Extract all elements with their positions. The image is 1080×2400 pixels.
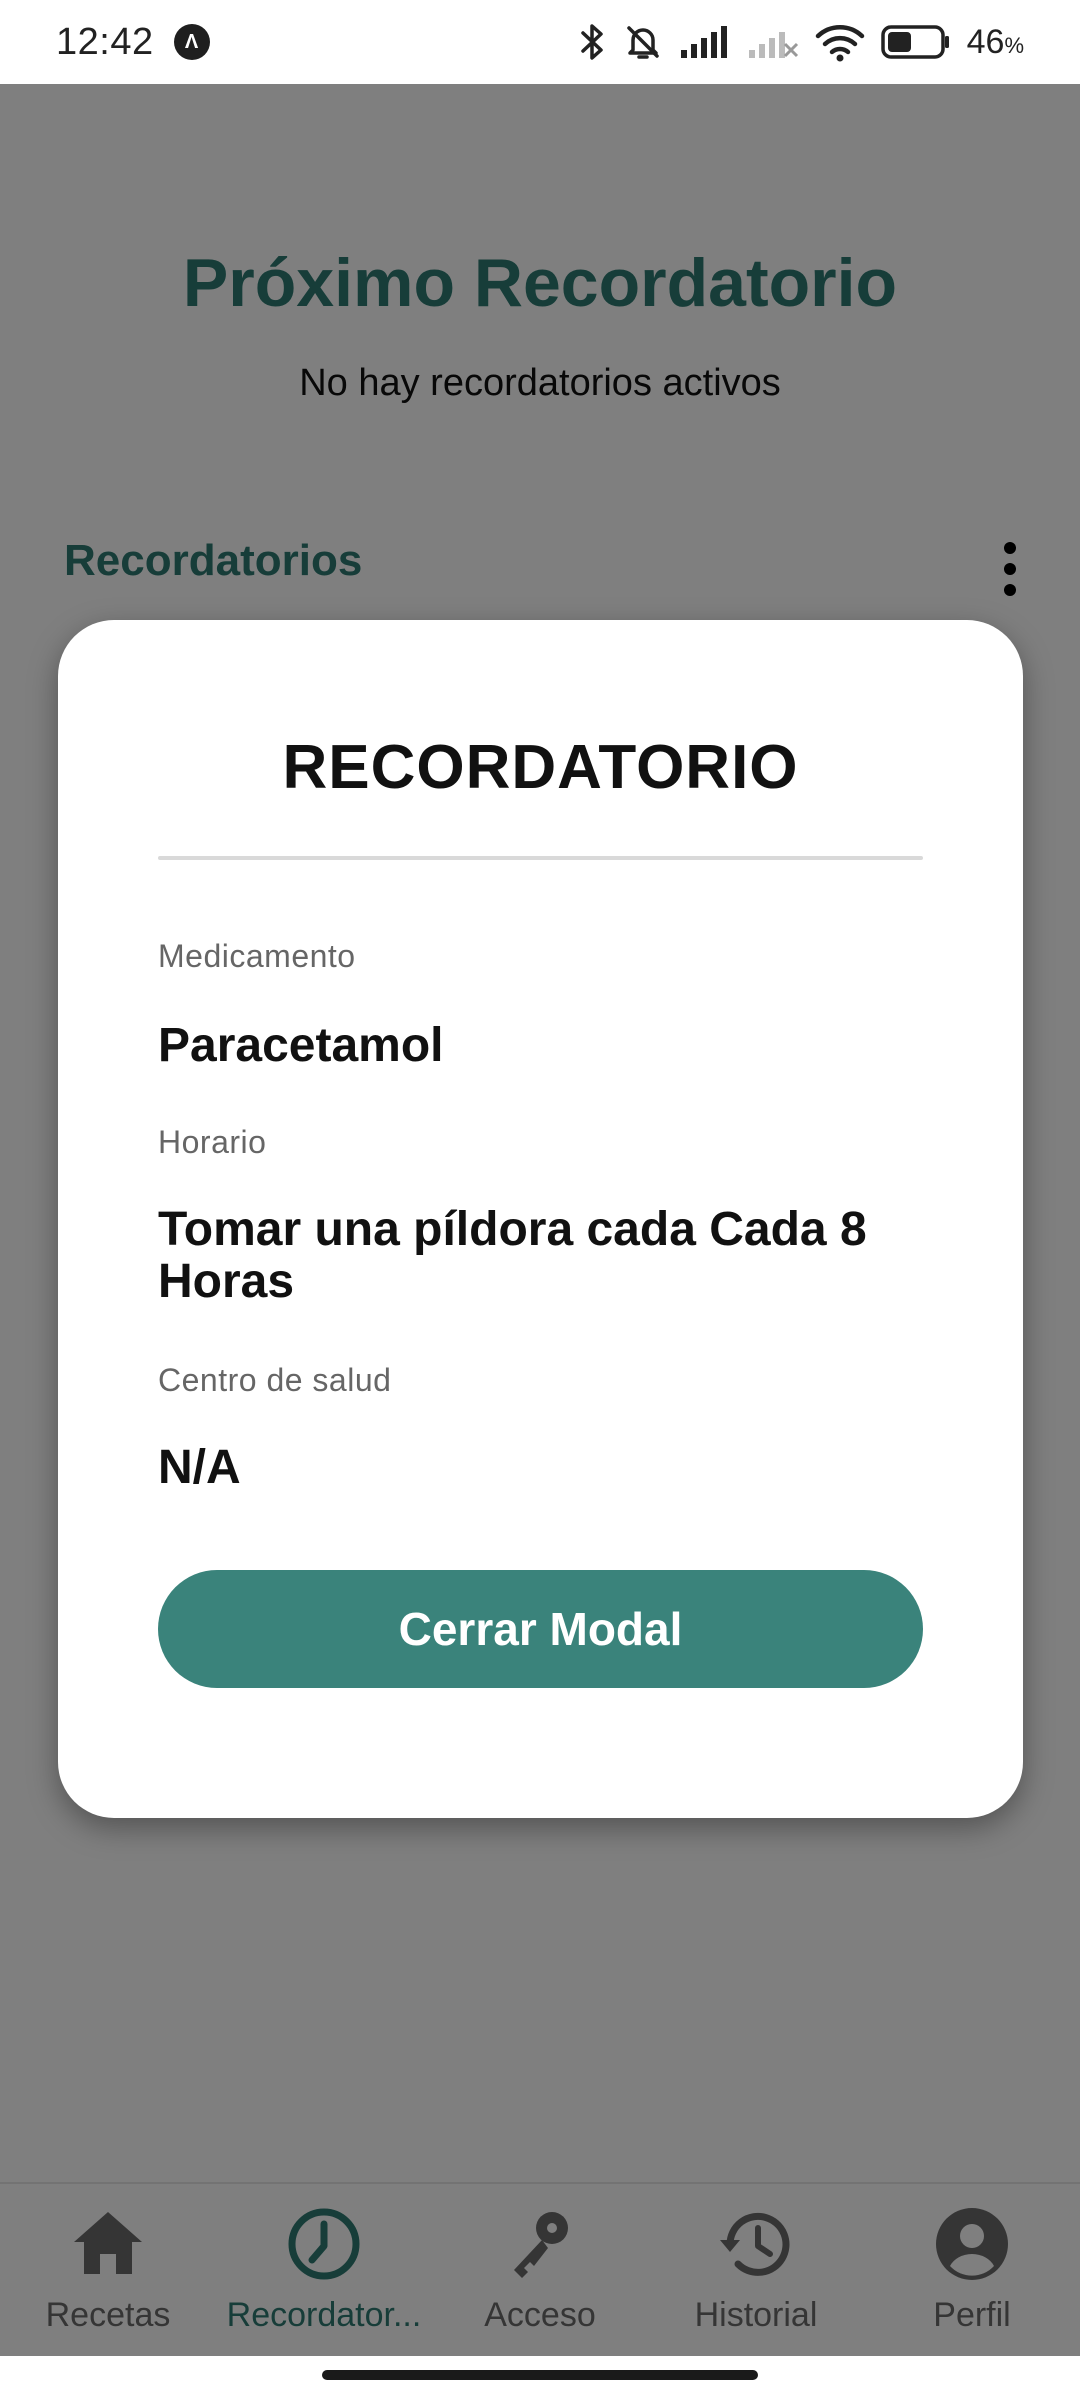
reminder-modal: RECORDATORIO Medicamento Paracetamol Hor…: [58, 620, 1023, 1818]
home-gesture-bar[interactable]: [322, 2370, 758, 2380]
status-time: 12:42: [56, 20, 154, 63]
schedule-label: Horario: [158, 1124, 267, 1160]
status-bar: 12:42 Λ 46%: [0, 0, 1080, 84]
wifi-icon: [815, 22, 865, 62]
health-center-value: N/A: [158, 1441, 241, 1494]
medication-label: Medicamento: [158, 938, 356, 974]
medication-value: Paracetamol: [158, 1019, 444, 1072]
gesture-area: [0, 2356, 1080, 2400]
status-left: 12:42 Λ: [56, 21, 210, 64]
modal-title: RECORDATORIO: [282, 733, 799, 802]
close-modal-button[interactable]: Cerrar Modal: [158, 1570, 923, 1688]
signal-off-icon: [747, 24, 799, 60]
bluetooth-icon: [579, 22, 607, 62]
battery-icon: [880, 24, 951, 60]
modal-divider: [158, 856, 923, 860]
bell-off-icon: [623, 22, 663, 62]
status-right: 46%: [579, 22, 1024, 62]
schedule-value: Tomar una píldora cada Cada 8 Horas: [158, 1203, 867, 1308]
health-center-label: Centro de salud: [158, 1362, 392, 1398]
battery-percentage: 46%: [966, 22, 1024, 61]
signal-icon: [679, 24, 731, 60]
app-notification-icon: Λ: [173, 24, 210, 60]
